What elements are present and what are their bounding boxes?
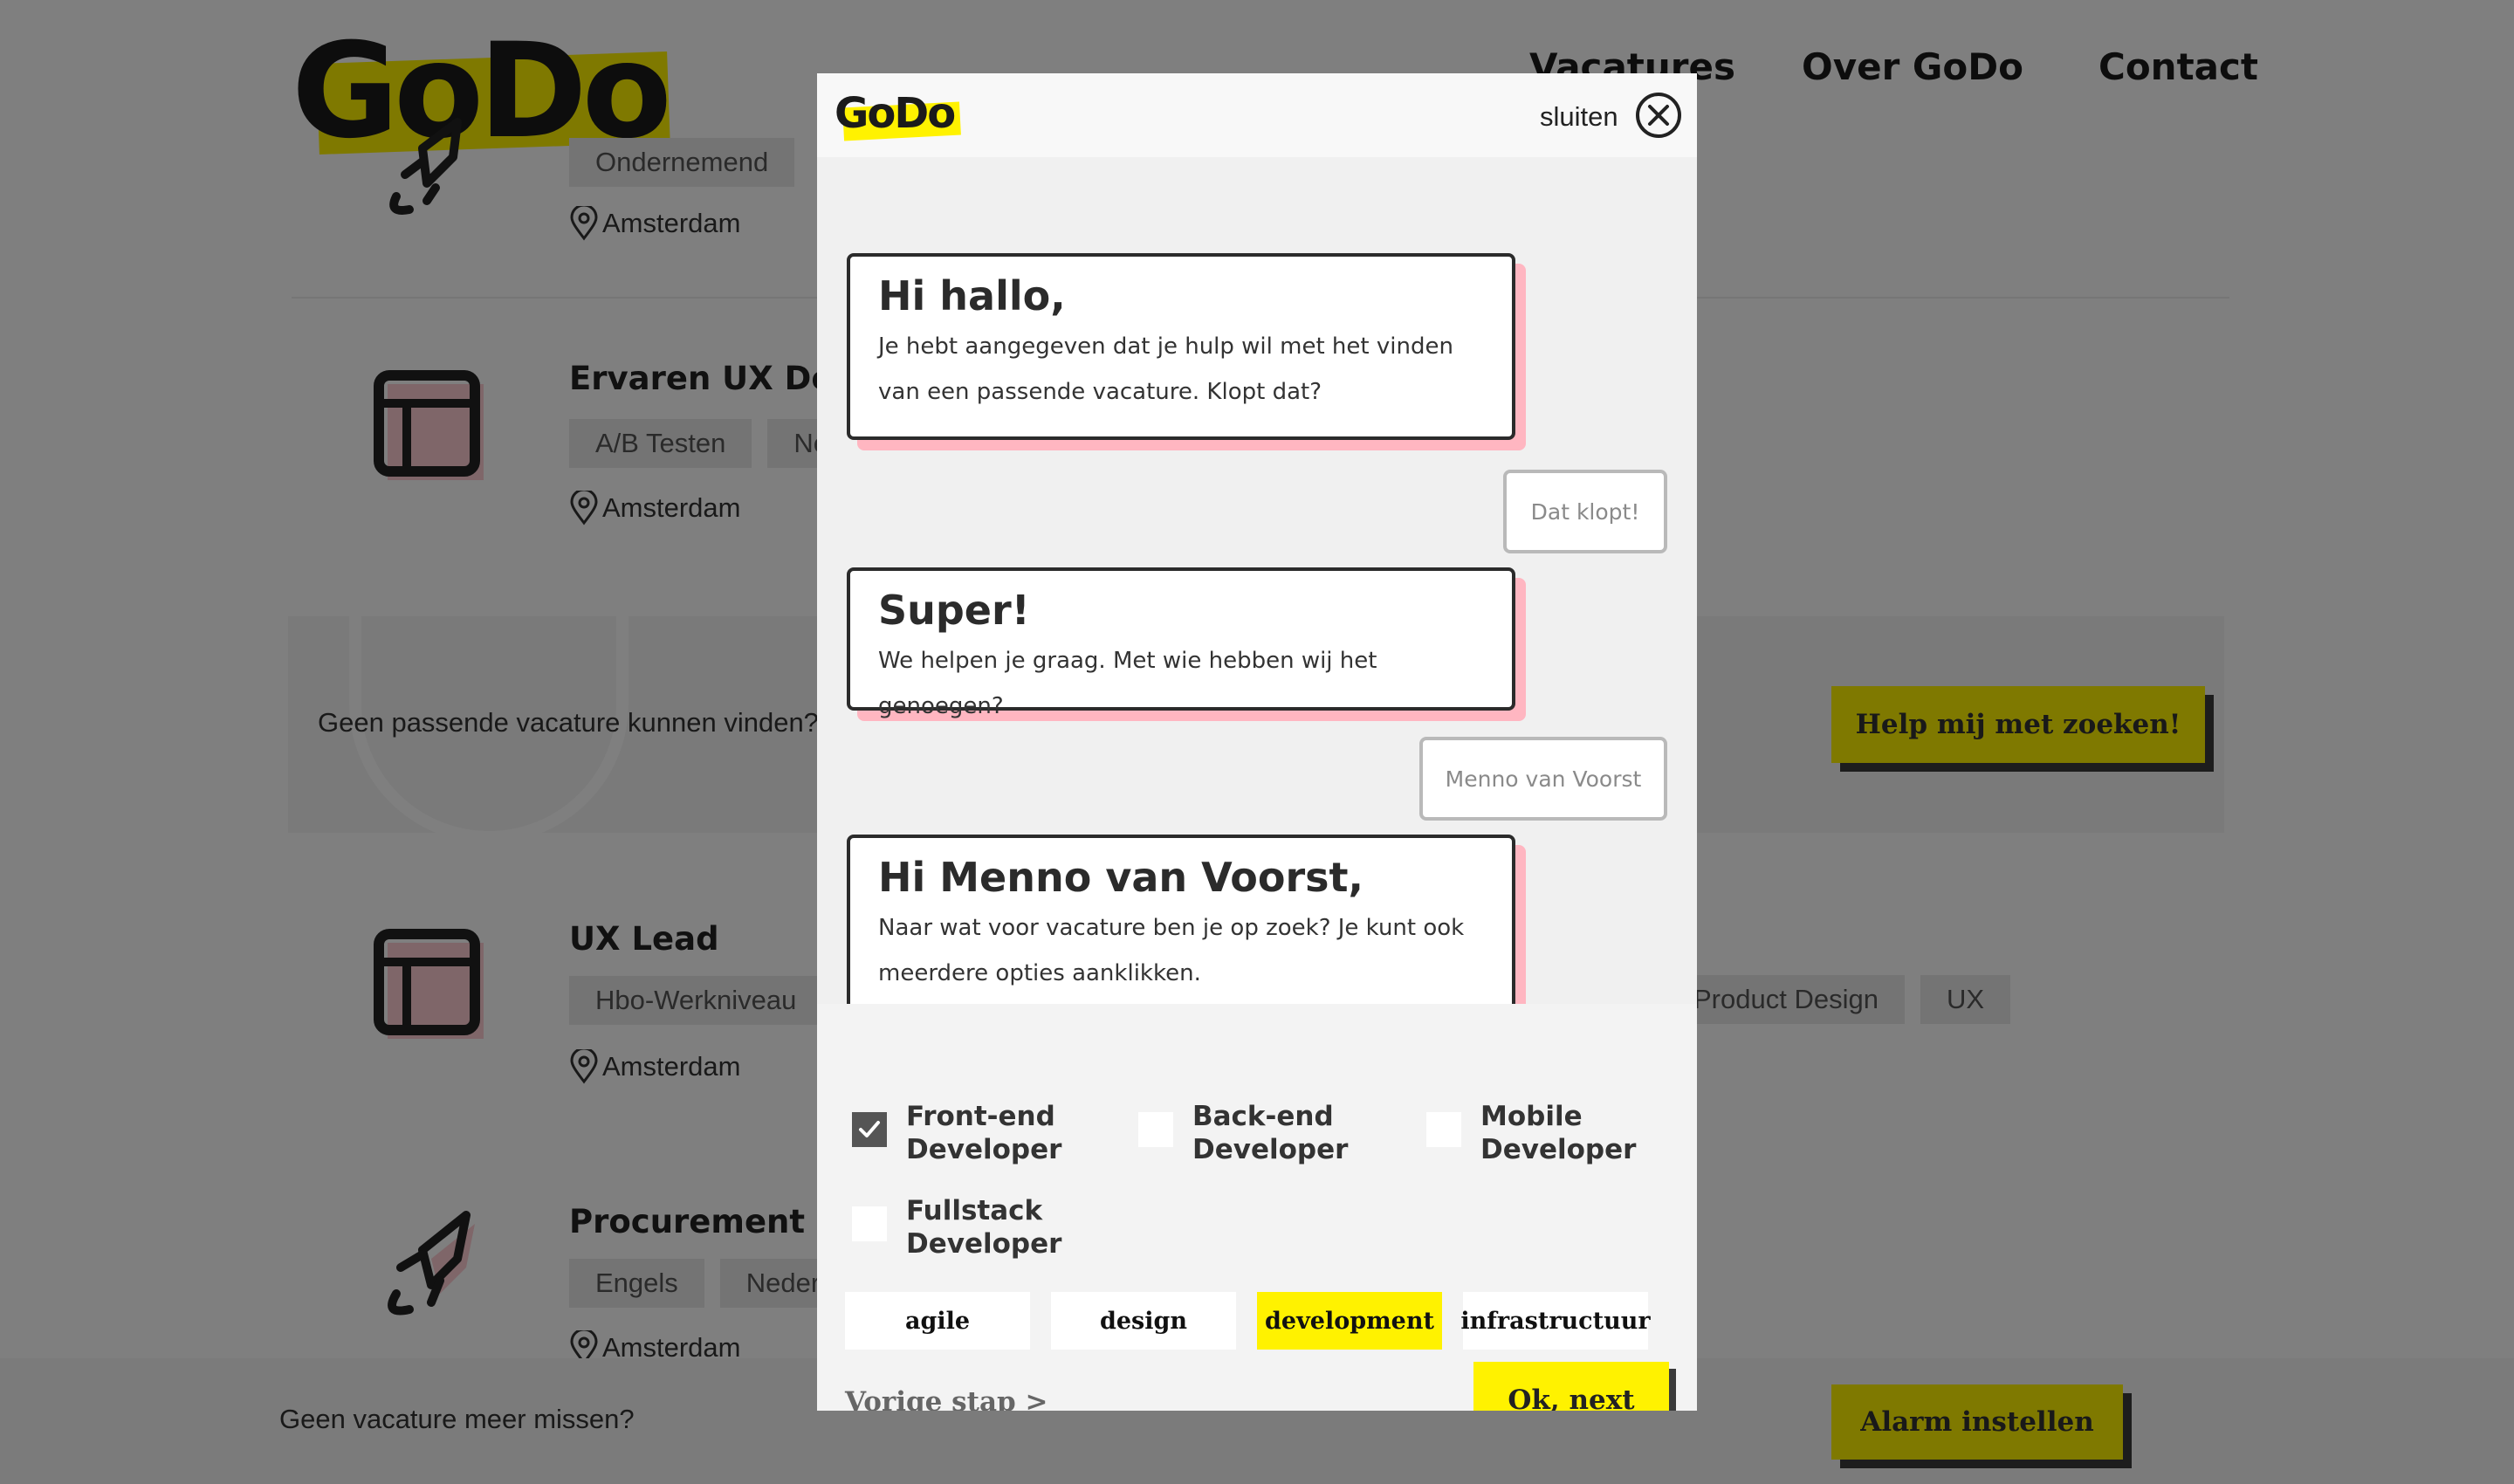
user-reply: Menno van Voorst <box>1419 737 1667 821</box>
modal-header: GoDo sluiten <box>817 73 1697 157</box>
option-mobile-developer[interactable]: Mobile Developer <box>1426 1100 1655 1166</box>
checkmark-icon <box>859 1121 880 1137</box>
options-panel: Front-end Developer Back-end Developer M… <box>817 1004 1697 1411</box>
modal-logo: GoDo <box>835 91 962 141</box>
option-back-end-developer[interactable]: Back-end Developer <box>1138 1100 1367 1166</box>
chip-design[interactable]: design <box>1051 1292 1236 1350</box>
message-text: Je hebt aangegeven dat je hulp wil met h… <box>878 333 1453 406</box>
checkbox[interactable] <box>852 1206 887 1241</box>
user-reply: Dat klopt! <box>1503 470 1667 553</box>
checkbox[interactable] <box>1426 1112 1461 1147</box>
message-title: Hi Menno van Voorst, <box>878 854 1363 901</box>
bot-message: Hi hallo, Je hebt aangegeven dat je hulp… <box>847 253 1515 440</box>
previous-step-link[interactable]: Vorige stap > <box>845 1386 1048 1411</box>
next-button[interactable]: Ok, next <box>1473 1362 1669 1411</box>
chip-infrastructuur[interactable]: infrastructuur <box>1460 1292 1651 1350</box>
chat-modal: GoDo sluiten Hi hallo, Je hebt aangegeve… <box>817 73 1697 1411</box>
checkbox[interactable] <box>1138 1112 1173 1147</box>
close-label[interactable]: sluiten <box>1540 101 1618 133</box>
bot-message: Hi Menno van Voorst, Naar wat voor vacat… <box>847 835 1515 1004</box>
message-text: We helpen je graag. Met wie hebben wij h… <box>878 648 1377 720</box>
option-front-end-developer[interactable]: Front-end Developer <box>852 1100 1081 1166</box>
message-title: Hi hallo, <box>878 272 1066 319</box>
filter-chips: agile design development infrastructuur <box>845 1292 1651 1350</box>
close-icon[interactable] <box>1634 91 1683 140</box>
bot-message: Super! We helpen je graag. Met wie hebbe… <box>847 567 1515 719</box>
chip-development[interactable]: development <box>1257 1292 1442 1350</box>
message-text: Naar wat voor vacature ben je op zoek? J… <box>878 915 1465 987</box>
message-title: Super! <box>878 587 1030 634</box>
chat-history[interactable]: Hi hallo, Je hebt aangegeven dat je hulp… <box>817 157 1697 1004</box>
checkbox-checked[interactable] <box>852 1112 887 1147</box>
option-fullstack-developer[interactable]: Fullstack Developer <box>852 1194 1081 1261</box>
chip-agile[interactable]: agile <box>845 1292 1030 1350</box>
